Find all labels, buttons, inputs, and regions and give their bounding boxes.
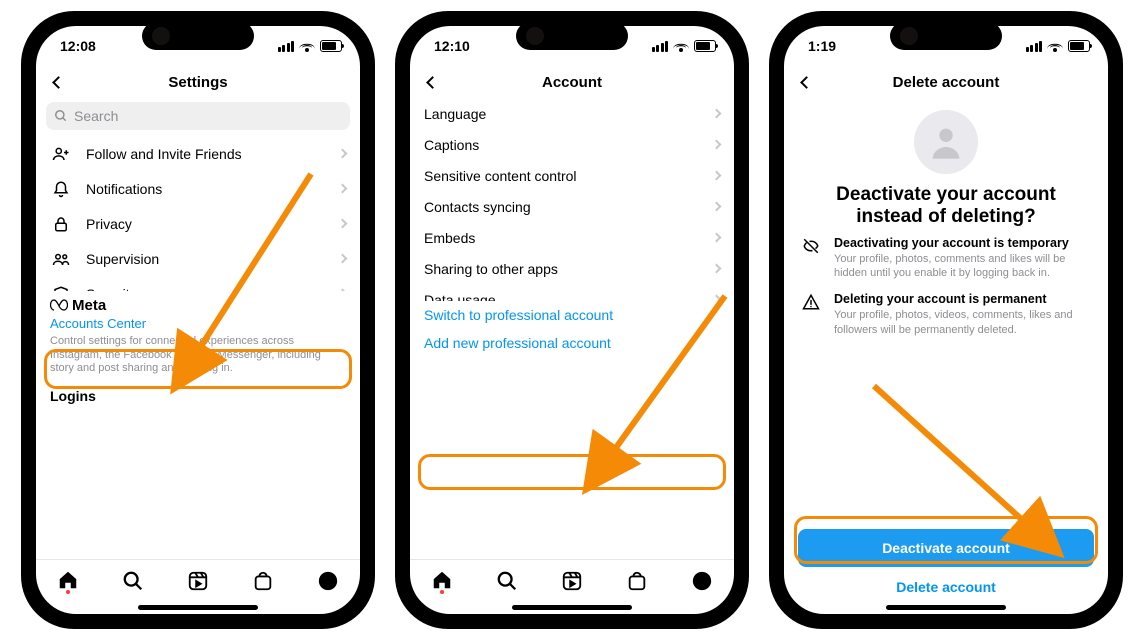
wifi-icon xyxy=(1047,40,1063,52)
tab-shop[interactable] xyxy=(251,569,275,593)
tab-search[interactable] xyxy=(121,569,145,593)
home-indicator xyxy=(512,605,632,610)
back-button[interactable] xyxy=(46,70,70,94)
info-point: Deactivating your account is temporary Y… xyxy=(784,228,1108,285)
search-input[interactable]: Search xyxy=(46,102,350,130)
chevron-right-icon xyxy=(338,254,348,264)
chevron-left-icon xyxy=(800,76,813,89)
tab-reels[interactable] xyxy=(560,569,584,593)
tab-home[interactable] xyxy=(56,568,80,592)
account-row-embeds[interactable]: Embeds xyxy=(410,222,734,253)
chevron-right-icon xyxy=(338,149,348,159)
person-icon xyxy=(926,122,966,162)
chevron-left-icon xyxy=(426,76,439,89)
lock-icon xyxy=(50,215,72,233)
nav-header: Account xyxy=(410,66,734,98)
row-label: Captions xyxy=(424,137,713,153)
row-label: Language xyxy=(424,106,713,122)
deactivate-heading: Deactivate your account instead of delet… xyxy=(784,184,1108,228)
settings-row-person-plus[interactable]: Follow and Invite Friends xyxy=(36,136,360,171)
row-label: Contacts syncing xyxy=(424,199,713,215)
nav-header: Settings xyxy=(36,66,360,98)
home-indicator xyxy=(886,605,1006,610)
avatar-placeholder xyxy=(914,110,978,174)
battery-icon xyxy=(1068,40,1090,52)
annotation-arrow xyxy=(166,174,316,369)
tab-bar xyxy=(36,559,360,605)
info-point: Deleting your account is permanent Your … xyxy=(784,284,1108,341)
info-heading: Deleting your account is permanent xyxy=(834,292,1090,306)
wifi-icon xyxy=(673,40,689,52)
dynamic-island xyxy=(516,22,628,50)
chevron-right-icon xyxy=(712,140,722,150)
annotation-arrow xyxy=(874,386,1054,551)
account-row-sharing-to-other-apps[interactable]: Sharing to other apps xyxy=(410,253,734,284)
tab-profile[interactable] xyxy=(690,569,714,593)
logins-header: Logins xyxy=(36,376,360,404)
back-button[interactable] xyxy=(420,70,444,94)
wifi-icon xyxy=(299,40,315,52)
phone-frame-3: 1:19 Delete account Deactivate your acco… xyxy=(770,12,1122,628)
chevron-right-icon xyxy=(712,171,722,181)
info-heading: Deactivating your account is temporary xyxy=(834,236,1090,250)
people-icon xyxy=(50,250,72,268)
account-row-language[interactable]: Language xyxy=(410,98,734,129)
cellular-icon xyxy=(1026,41,1043,52)
account-row-contacts-syncing[interactable]: Contacts syncing xyxy=(410,191,734,222)
account-row-sensitive-content-control[interactable]: Sensitive content control xyxy=(410,160,734,191)
status-time: 12:10 xyxy=(434,38,470,54)
chevron-right-icon xyxy=(338,289,348,291)
eye-off-icon xyxy=(802,237,824,281)
chevron-right-icon xyxy=(338,184,348,194)
account-row-captions[interactable]: Captions xyxy=(410,129,734,160)
tab-search[interactable] xyxy=(495,569,519,593)
phone-frame-1: 12:08 Settings Search Follow and Invite … xyxy=(22,12,374,628)
tab-profile[interactable] xyxy=(316,569,340,593)
meta-logo-icon xyxy=(50,299,68,311)
delete-account-link[interactable]: Delete account xyxy=(784,573,1108,605)
page-title: Delete account xyxy=(893,74,1000,91)
page-title: Settings xyxy=(168,74,227,91)
dynamic-island xyxy=(890,22,1002,50)
search-placeholder: Search xyxy=(74,108,118,124)
page-title: Account xyxy=(542,74,602,91)
nav-header: Delete account xyxy=(784,66,1108,98)
chevron-right-icon xyxy=(712,264,722,274)
shield-icon xyxy=(50,285,72,291)
tab-reels[interactable] xyxy=(186,569,210,593)
back-button[interactable] xyxy=(794,70,818,94)
battery-icon xyxy=(694,40,716,52)
battery-icon xyxy=(320,40,342,52)
cellular-icon xyxy=(652,41,669,52)
account-list: Language Captions Sensitive content cont… xyxy=(410,98,734,301)
home-indicator xyxy=(138,605,258,610)
tab-home[interactable] xyxy=(430,568,454,592)
info-description: Your profile, photos, comments and likes… xyxy=(834,252,1090,281)
warning-icon xyxy=(802,293,824,337)
dynamic-island xyxy=(142,22,254,50)
tab-shop[interactable] xyxy=(625,569,649,593)
chevron-right-icon xyxy=(712,233,722,243)
tab-bar xyxy=(410,559,734,605)
row-label: Sensitive content control xyxy=(424,168,713,184)
cellular-icon xyxy=(278,41,295,52)
chevron-right-icon xyxy=(712,202,722,212)
row-label: Follow and Invite Friends xyxy=(86,146,339,162)
annotation-arrow xyxy=(580,296,730,481)
status-time: 1:19 xyxy=(808,38,836,54)
chevron-right-icon xyxy=(338,219,348,229)
person-plus-icon xyxy=(50,145,72,163)
phone-frame-2: 12:10 Account Language Captions Sensitiv… xyxy=(396,12,748,628)
row-label: Embeds xyxy=(424,230,713,246)
bell-icon xyxy=(50,180,72,198)
status-time: 12:08 xyxy=(60,38,96,54)
chevron-right-icon xyxy=(712,109,722,119)
info-description: Your profile, photos, videos, comments, … xyxy=(834,308,1090,337)
search-icon xyxy=(54,109,68,123)
row-label: Sharing to other apps xyxy=(424,261,713,277)
chevron-left-icon xyxy=(52,76,65,89)
